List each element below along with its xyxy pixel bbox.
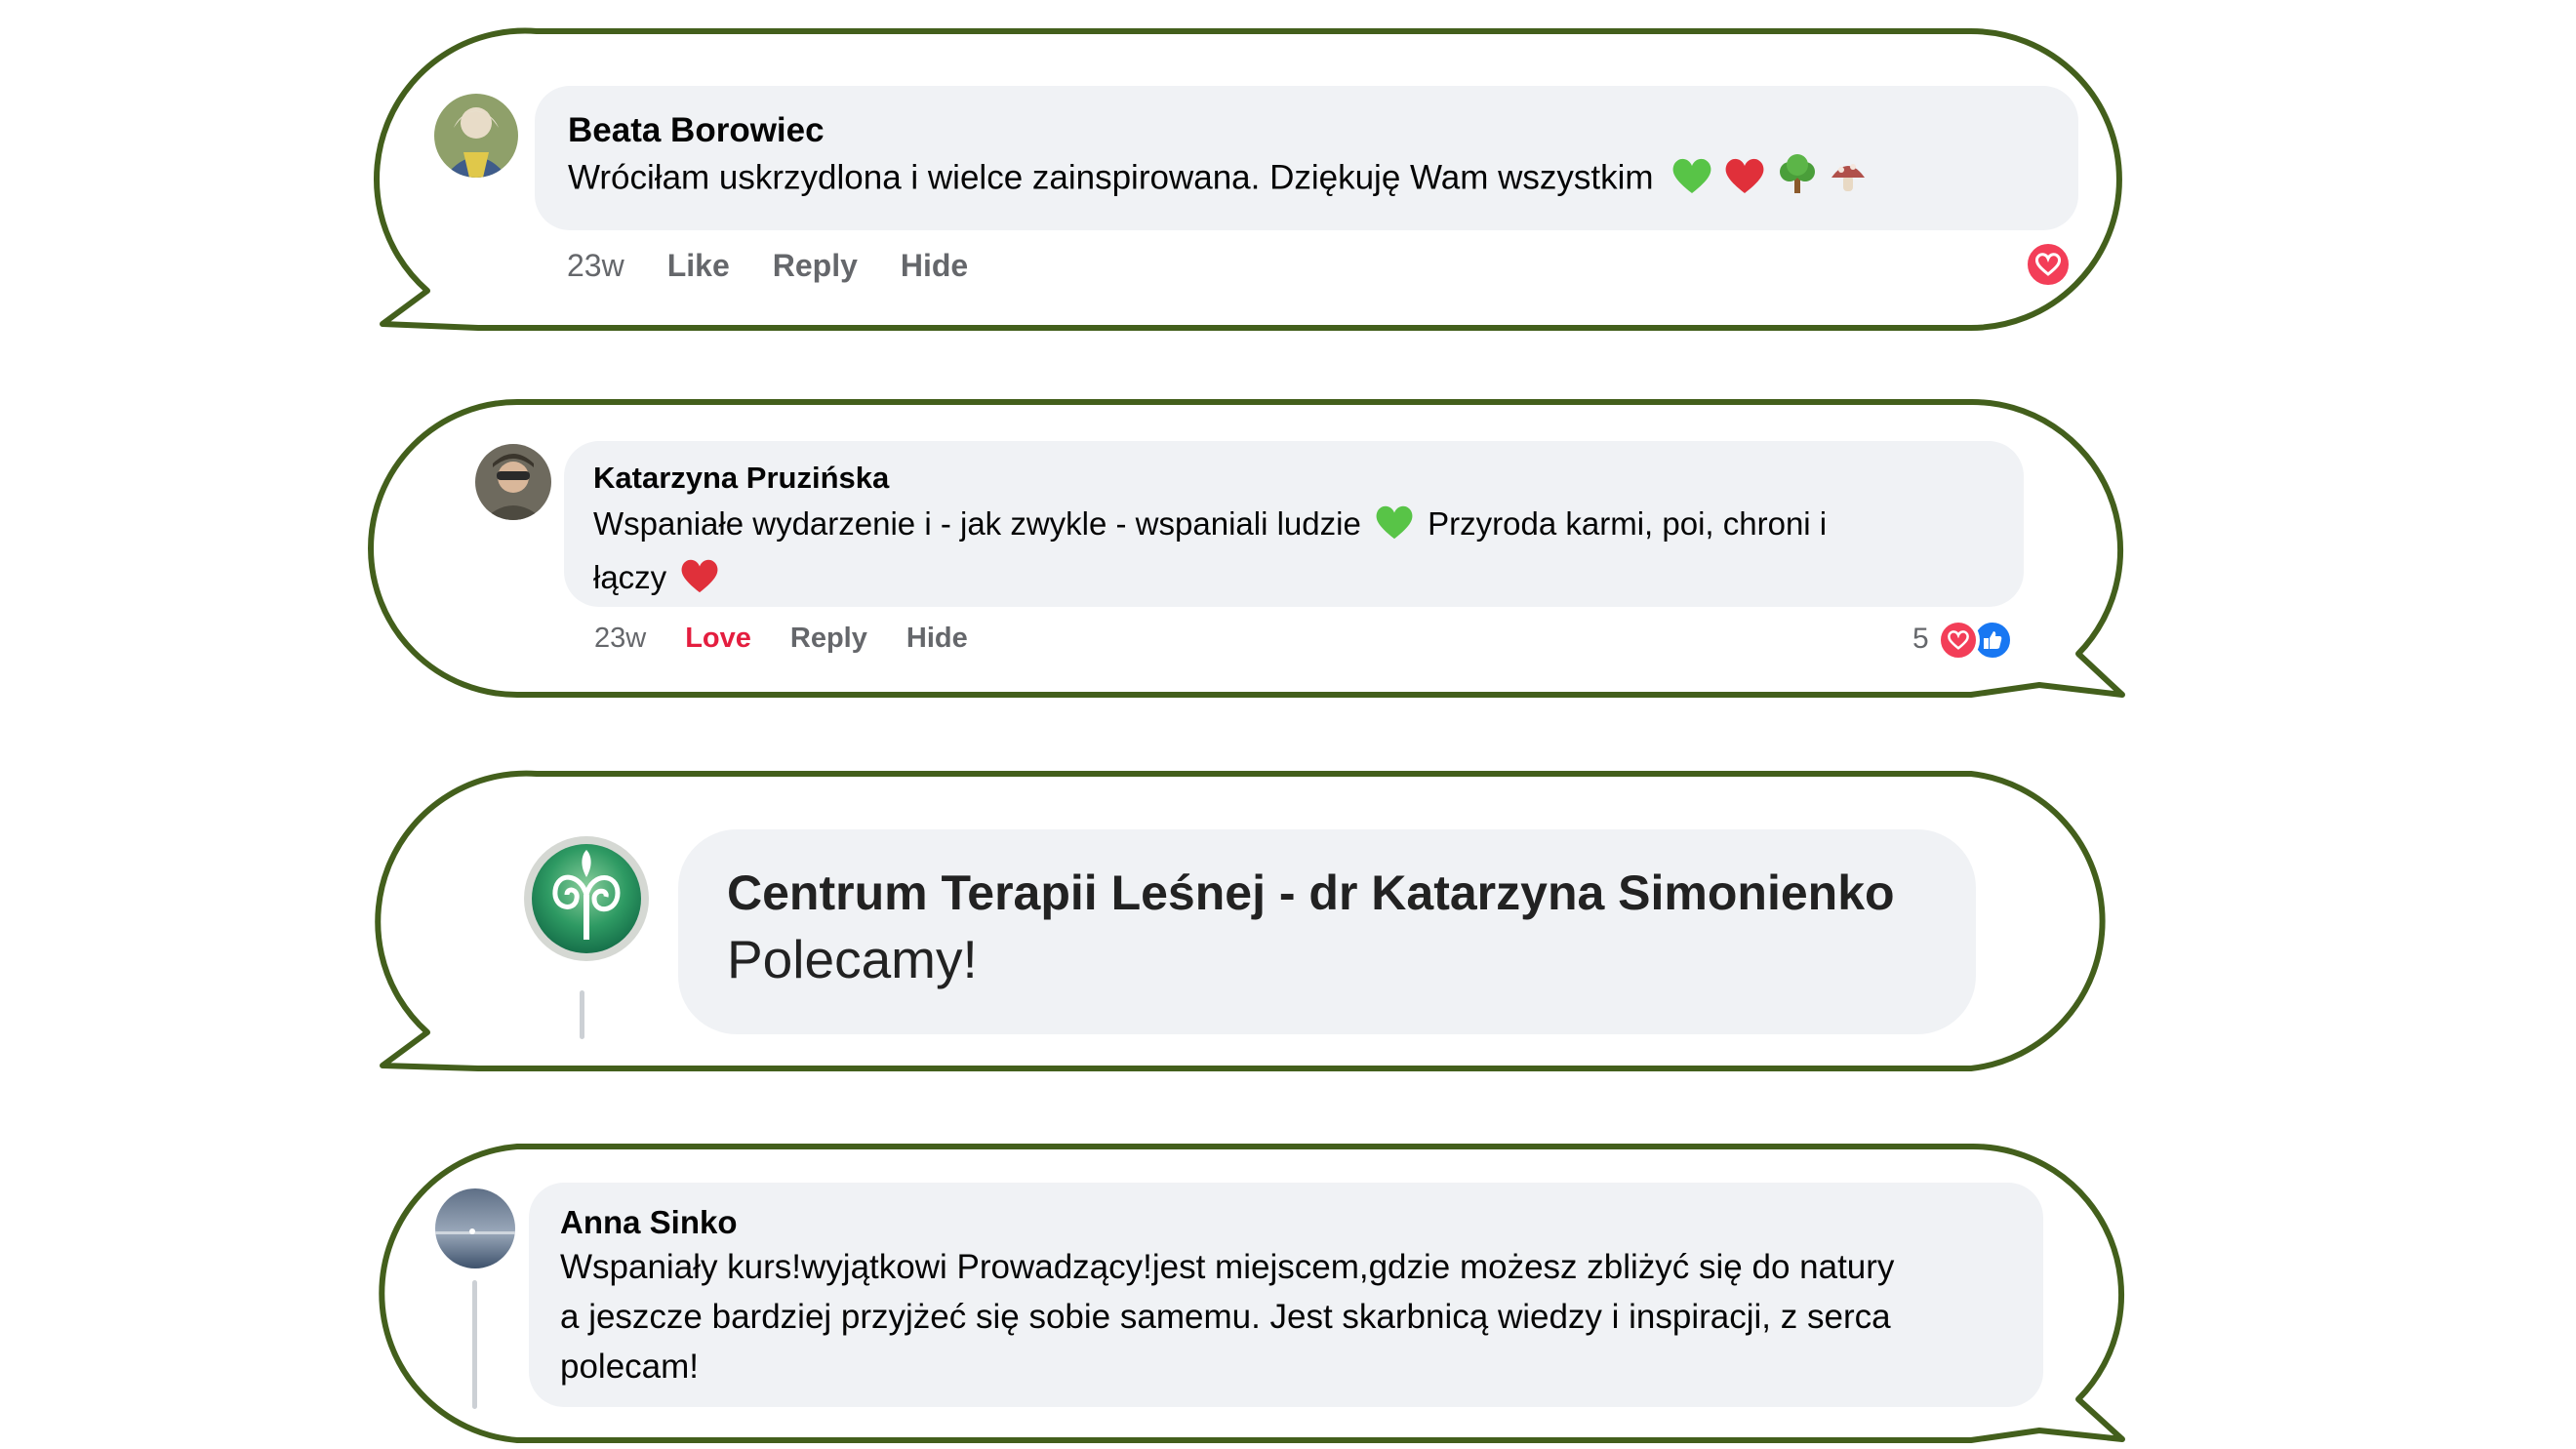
green-heart-emoji: [1670, 156, 1713, 208]
comment-bubble: Centrum Terapii Leśnej - dr Katarzyna Si…: [678, 829, 1976, 1034]
comment-text: Wróciłam uskrzydlona i wielce zainspirow…: [568, 154, 2045, 208]
profile-photo: [475, 444, 551, 520]
comment-bubble: Beata Borowiec Wróciłam uskrzydlona i wi…: [535, 86, 2078, 230]
comment-author[interactable]: Katarzyna Pruzińska: [593, 461, 1994, 496]
profile-photo: [434, 94, 518, 178]
comment-text-line: a jeszcze bardziej przyjżeć się sobie sa…: [560, 1297, 1891, 1336]
testimonials-canvas: Beata Borowiec Wróciłam uskrzydlona i wi…: [0, 0, 2576, 1449]
love-button[interactable]: Love: [685, 623, 751, 655]
mushroom-emoji: [1828, 156, 1869, 208]
comment-timestamp[interactable]: 23w: [594, 623, 646, 655]
thread-line: [472, 1280, 477, 1409]
reply-button[interactable]: Reply: [773, 248, 858, 284]
hide-button[interactable]: Hide: [906, 623, 968, 655]
tree-emoji: [1776, 154, 1819, 208]
like-button[interactable]: Like: [667, 248, 730, 284]
reply-button[interactable]: Reply: [790, 623, 867, 655]
page-logo: [524, 836, 649, 961]
comment-text: Polecamy!: [727, 929, 978, 989]
reaction-count[interactable]: 5: [1912, 623, 1929, 656]
thread-line: [580, 990, 584, 1039]
comment-author[interactable]: Beata Borowiec: [568, 111, 2045, 150]
comment-text: Wspaniałe wydarzenie i - jak zwykle - ws…: [593, 500, 1994, 608]
comment-author[interactable]: Anna Sinko: [560, 1204, 2012, 1241]
avatar[interactable]: [435, 1188, 515, 1268]
heart-reaction-icon[interactable]: [2024, 240, 2073, 289]
hide-button[interactable]: Hide: [901, 248, 968, 284]
comment-text-body-part3: łączy: [593, 559, 667, 596]
comment-text-body: Wróciłam uskrzydlona i wielce zainspirow…: [568, 158, 1654, 197]
comment-text: Wspaniały kurs!wyjątkowi Prowadzący!jest…: [560, 1243, 2012, 1391]
comment-actions: 23w Like Reply Hide: [567, 248, 1011, 284]
heart-reaction-icon[interactable]: [1937, 619, 1980, 662]
red-heart-emoji: [679, 557, 720, 608]
comment-text-line: Wspaniały kurs!wyjątkowi Prowadzący!jest…: [560, 1248, 1895, 1286]
profile-photo: [435, 1188, 515, 1268]
comment-author[interactable]: Centrum Terapii Leśnej - dr Katarzyna Si…: [727, 865, 1927, 921]
comment-text-body-part2: Przyroda karmi, poi, chroni i: [1428, 505, 1828, 542]
avatar[interactable]: [522, 834, 651, 963]
comment-text-line: polecam!: [560, 1347, 700, 1386]
comment-bubble: Anna Sinko Wspaniały kurs!wyjątkowi Prow…: [529, 1183, 2043, 1407]
comment-timestamp[interactable]: 23w: [567, 248, 624, 284]
avatar[interactable]: [475, 444, 551, 520]
comment-actions: 23w Love Reply Hide: [594, 623, 1011, 655]
comment-text-body-part1: Wspaniałe wydarzenie i - jak zwykle - ws…: [593, 505, 1361, 542]
comment-bubble: Katarzyna Pruzińska Wspaniałe wydarzenie…: [564, 441, 2024, 607]
red-heart-emoji: [1723, 156, 1766, 208]
green-heart-emoji: [1374, 503, 1415, 554]
avatar[interactable]: [434, 94, 518, 178]
